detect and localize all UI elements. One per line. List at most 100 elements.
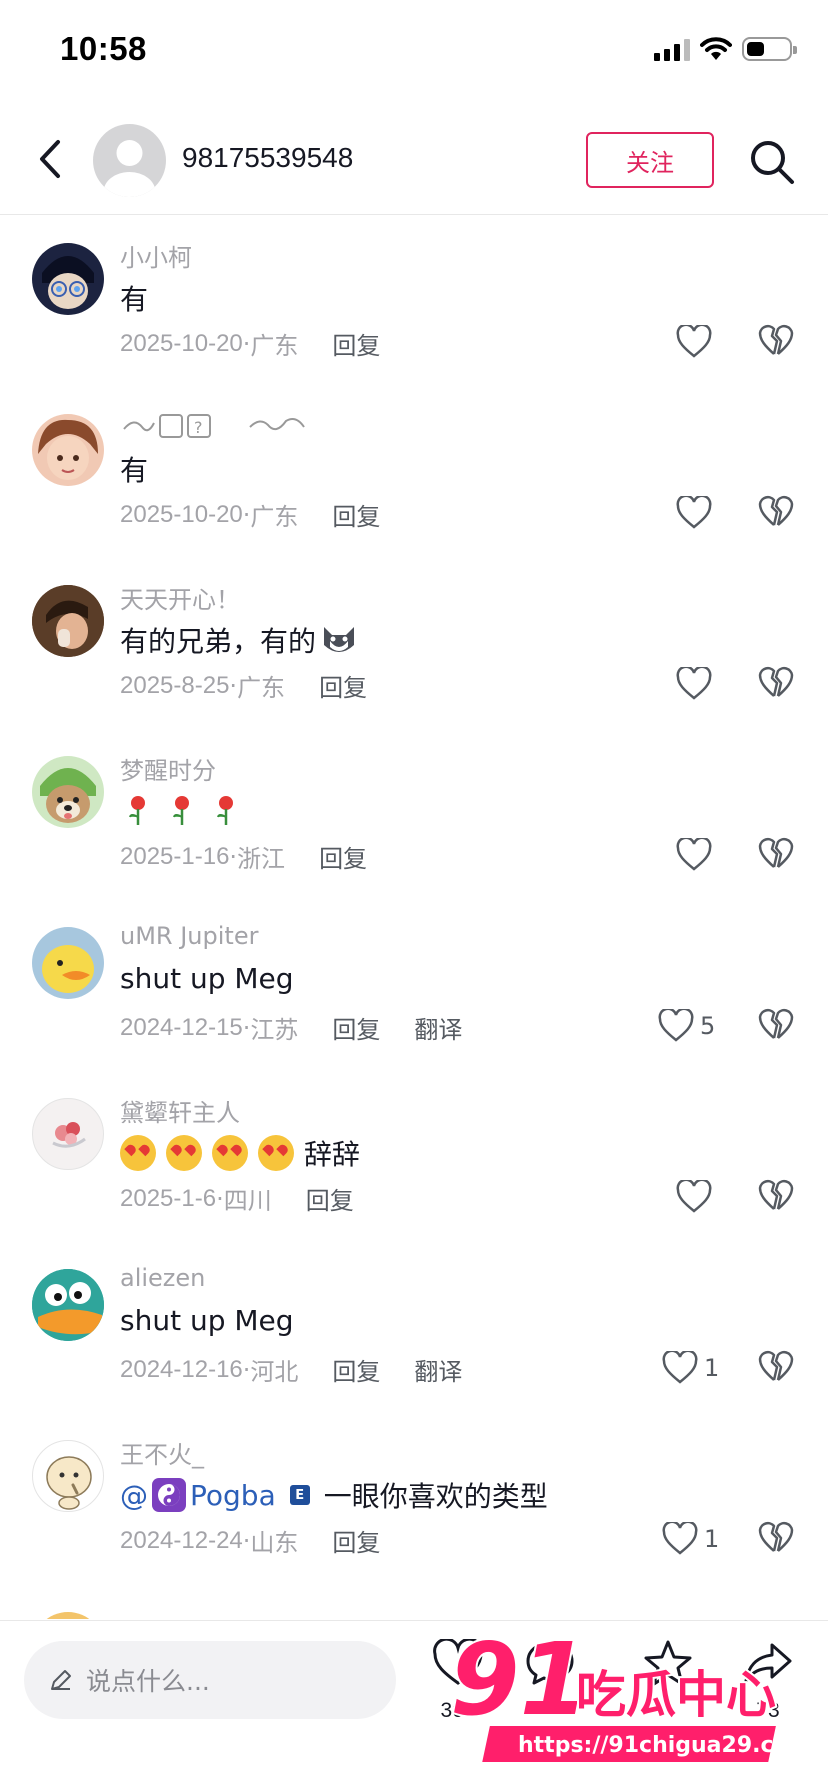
pencil-icon [51,1670,71,1690]
comment-input[interactable]: 说点什么... [24,1641,396,1719]
like-button[interactable] [676,322,712,362]
meta-separator: · [242,500,251,529]
broken-heart-icon[interactable] [758,664,794,700]
meta-separator: · [242,329,251,358]
status-bar: 10:58 [0,0,828,100]
reply-button[interactable]: 回复 [332,1523,380,1558]
broken-heart-icon[interactable] [758,835,794,871]
mention-at[interactable]: @ [120,1479,148,1512]
avatar[interactable] [32,1440,104,1512]
back-chevron-icon[interactable] [32,136,72,182]
heart-icon [676,1180,712,1213]
comment-text [120,791,250,827]
avatar[interactable] [32,414,104,486]
verified-badge: E [289,1485,310,1505]
broken-heart-icon[interactable] [758,1519,794,1555]
like-button[interactable]: 1 [662,1519,719,1559]
comment-text-content: 有 [120,454,149,487]
avatar[interactable] [93,124,166,197]
avatar[interactable] [32,585,104,657]
comment-username[interactable]: 梦醒时分 [120,751,216,786]
like-button[interactable]: 1 [662,1348,719,1388]
like-button[interactable] [676,1177,712,1217]
comment-text: 有的兄弟，有的 [120,620,358,660]
comment-item: ? 有 2025-10-20 · 广东 回复 [0,387,828,558]
avatar[interactable] [32,927,104,999]
comment-username[interactable]: uMR Jupiter [120,922,258,950]
reply-button[interactable]: 回复 [332,497,380,532]
comment-meta: 2025-8-25 · 广东 回复 [120,668,367,703]
reply-button[interactable]: 回复 [319,839,367,874]
comment-location: 广东 [250,503,299,531]
profile-header: 98175539548 关注 [0,100,828,215]
translate-button[interactable]: 翻译 [414,1352,462,1387]
translate-button[interactable]: 翻译 [414,1010,462,1045]
comment-username[interactable]: aliezen [120,1264,205,1292]
comment-text: shut up Meg [120,1304,294,1337]
meta-separator: · [242,1013,251,1042]
comment-username[interactable]: 王不火_ [120,1435,204,1470]
heart-icon [676,325,712,358]
status-icons [654,34,797,64]
reply-button[interactable]: 回复 [319,668,367,703]
comment-username-decorated[interactable]: ? [120,409,310,449]
comment-meta: 2025-1-6 · 四川 回复 [120,1181,354,1216]
comment-meta: 2025-10-20 · 广东 回复 [120,497,380,532]
meta-separator: · [242,1355,251,1384]
comment-username[interactable]: 天天开心！ [120,580,240,615]
comment-item: aliezen shut up Meg 2024-12-16 · 河北 回复 翻译 … [0,1242,828,1413]
broken-heart-icon[interactable] [758,1177,794,1213]
comment-list[interactable]: 小小柯 有 2025-10-20 · 广东 回复 ? 有 2025-10-20 · 广东 [0,216,828,1619]
comment-meta: 2025-1-16 · 浙江 回复 [120,839,367,874]
default-avatar-icon [103,140,156,197]
like-button[interactable]: 5 [658,1006,715,1046]
like-button[interactable] [676,664,712,704]
comment-username[interactable]: 小小柯 [120,238,192,273]
rose-emoji-icon [129,796,233,825]
status-time: 10:58 [60,30,147,67]
avatar[interactable] [32,756,104,828]
mention-username[interactable]: Pogba [190,1479,276,1512]
comment-username[interactable]: 黛颦轩主人 [120,1093,240,1128]
comment-item: uMR Jupiter shut up Meg 2024-12-15 · 江苏 回复… [0,900,828,1071]
broken-heart-icon[interactable] [758,1006,794,1042]
broken-heart-icon[interactable] [758,493,794,529]
meta-separator: · [229,842,238,871]
reply-button[interactable]: 回复 [332,326,380,361]
avatar[interactable] [32,1612,104,1619]
comment-date: 2024-12-24 [120,1526,243,1554]
broken-heart-icon[interactable] [758,322,794,358]
comment-text: 有 [120,449,148,489]
avatar[interactable] [32,1269,104,1341]
meta-separator: · [242,1526,251,1555]
comment-item: 小小柯 有 2025-10-20 · 广东 回复 [0,216,828,387]
comment-text: @ Pogba E 一眼你喜欢的类型 [120,1475,548,1515]
comment-location: 广东 [237,674,286,702]
decorated-username-icon: ? [123,414,305,438]
comment-location: 浙江 [237,845,286,873]
comment-location: 四川 [223,1187,272,1215]
comment-date: 2024-12-15 [120,1013,243,1041]
comment-meta: 2024-12-15 · 江苏 回复 翻译 [120,1010,462,1045]
reply-button[interactable]: 回复 [332,1010,380,1045]
comment-input-placeholder: 说点什么... [86,1667,210,1696]
follow-button[interactable]: 关注 [586,132,714,188]
like-button[interactable] [676,835,712,875]
watermark-number: 91 [450,1622,589,1738]
avatar[interactable] [32,1098,104,1170]
reply-button[interactable]: 回复 [332,1352,380,1387]
heart-icon [676,667,712,700]
search-icon[interactable] [748,138,796,186]
comment-date: 2025-1-6 [120,1184,217,1212]
broken-heart-icon[interactable] [758,1348,794,1384]
comment-date: 2025-10-20 [120,500,243,528]
comment-text-content: 辞辞 [304,1138,361,1171]
comment-item: 黛颦轩主人 辞辞 2025-1-6 · 四川 回复 [0,1071,828,1242]
reply-button[interactable]: 回复 [306,1181,354,1216]
avatar[interactable] [32,243,104,315]
comment-location: 河北 [250,1358,299,1386]
heart-eyes-emoji-icon [166,1135,202,1171]
yin-yang-icon [152,1478,186,1512]
like-count: 1 [704,1354,720,1382]
like-button[interactable] [676,493,712,533]
